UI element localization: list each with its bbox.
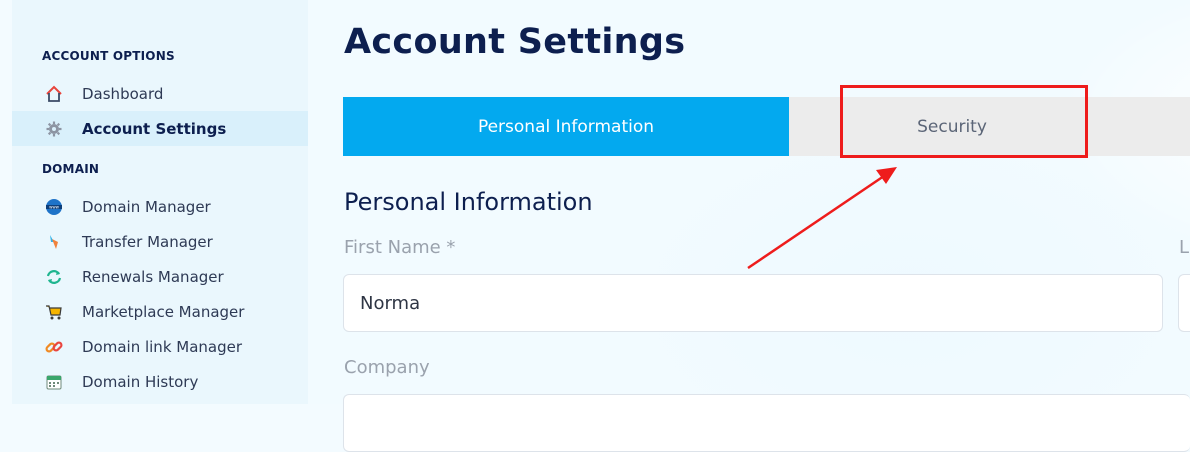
tab-security[interactable]: Security xyxy=(789,97,1190,156)
sidebar-item-label: Dashboard xyxy=(82,84,164,103)
page-title: Account Settings xyxy=(344,22,686,62)
last-name-input[interactable] xyxy=(1178,274,1190,332)
cart-icon xyxy=(45,303,63,321)
sidebar-item-domain-history[interactable]: Domain History xyxy=(12,364,308,399)
gear-icon xyxy=(45,120,63,138)
sidebar-item-label: Marketplace Manager xyxy=(82,302,245,321)
sidebar-item-label: Domain Manager xyxy=(82,197,211,216)
sidebar-item-label: Transfer Manager xyxy=(82,232,213,251)
sidebar-item-dashboard[interactable]: Dashboard xyxy=(12,76,308,111)
sidebar-item-label: Domain History xyxy=(82,372,199,391)
section-title: Personal Information xyxy=(344,188,593,216)
home-icon xyxy=(45,85,63,103)
sidebar-item-renewals-manager[interactable]: Renewals Manager xyxy=(12,259,308,294)
first-name-input[interactable] xyxy=(343,274,1163,332)
first-name-label: First Name * xyxy=(344,237,456,258)
settings-tabs: Personal Information Security xyxy=(343,97,1190,156)
tab-personal-information[interactable]: Personal Information xyxy=(343,97,789,156)
sidebar-item-marketplace-manager[interactable]: Marketplace Manager xyxy=(12,294,308,329)
sidebar-item-domain-manager[interactable]: www Domain Manager xyxy=(12,189,308,224)
www-globe-icon: www xyxy=(45,198,63,216)
sidebar-item-label: Account Settings xyxy=(82,119,227,138)
sidebar-item-transfer-manager[interactable]: Transfer Manager xyxy=(12,224,308,259)
company-input[interactable] xyxy=(343,394,1190,452)
transfer-icon xyxy=(45,233,63,251)
link-icon xyxy=(45,338,63,356)
sidebar: ACCOUNT OPTIONS Dashboard Account Settin… xyxy=(12,0,308,404)
sidebar-item-account-settings[interactable]: Account Settings xyxy=(12,111,308,146)
renew-icon xyxy=(45,268,63,286)
sidebar-item-domain-link-manager[interactable]: Domain link Manager xyxy=(12,329,308,364)
company-label: Company xyxy=(344,357,430,378)
sidebar-heading-account-options: ACCOUNT OPTIONS xyxy=(42,49,175,63)
calendar-icon xyxy=(45,373,63,391)
sidebar-heading-domain: DOMAIN xyxy=(42,162,100,176)
sidebar-item-label: Renewals Manager xyxy=(82,267,224,286)
sidebar-item-label: Domain link Manager xyxy=(82,337,243,356)
last-name-label: L xyxy=(1179,237,1190,258)
svg-text:www: www xyxy=(49,204,60,209)
